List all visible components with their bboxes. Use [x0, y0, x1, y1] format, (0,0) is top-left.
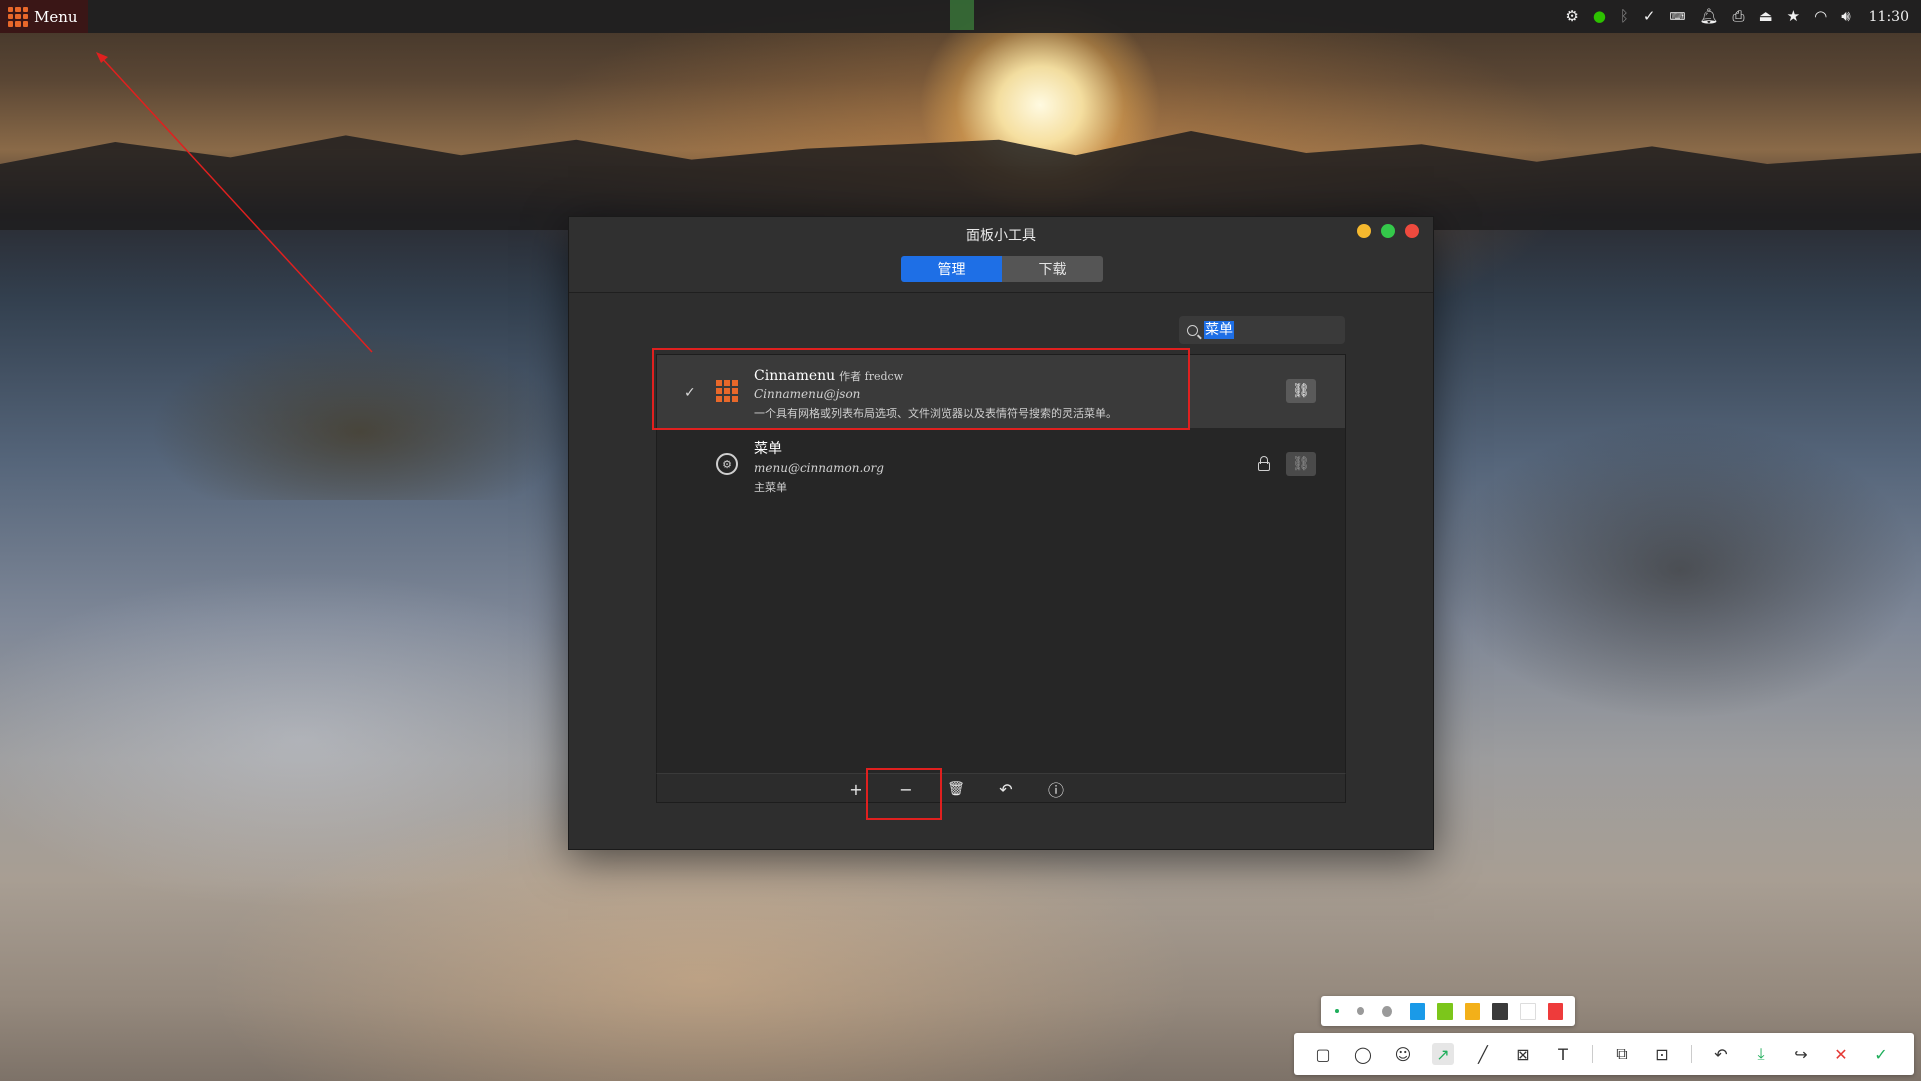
confirm-icon[interactable]: ✓	[1870, 1043, 1892, 1065]
add-button[interactable]: +	[845, 778, 867, 800]
window-controls	[1357, 224, 1419, 238]
enabled-check-icon: ✓	[684, 385, 696, 401]
applet-author: 作者 fredcw	[839, 370, 904, 383]
panel-green-marker	[950, 0, 974, 30]
search-input[interactable]: 菜单	[1179, 316, 1345, 344]
ocr-icon[interactable]: ⊡	[1651, 1043, 1673, 1065]
printer-icon[interactable]: ⎙	[1732, 9, 1744, 24]
check-circle-icon[interactable]: ✓	[1643, 9, 1656, 24]
applet-name: 菜单	[754, 441, 782, 457]
link-icon: ⛓	[1292, 383, 1310, 399]
drive-icon[interactable]: ⏏	[1758, 9, 1772, 24]
applet-row-menu[interactable]: ⚙ 菜单 menu@cinnamon.org 主菜单 ⛓	[657, 428, 1345, 501]
wechat-icon[interactable]: ●	[1593, 9, 1606, 24]
tab-download[interactable]: 下载	[1002, 256, 1103, 282]
applet-list: ✓ Cinnamenu 作者 fredcw Cinnamenu@json 一个具有…	[656, 354, 1346, 800]
color-swatch-red[interactable]	[1547, 1002, 1564, 1020]
screenshot-toolbar: ▢ ◯ ☺ ↗ ╱ ⊠ T ⧉ ⊡ ↶ ⤓ ↪ ✕ ✓	[1294, 1033, 1914, 1075]
menu-label: Menu	[34, 7, 78, 26]
favorites-star-icon[interactable]: ★	[1787, 9, 1800, 24]
maximize-button[interactable]	[1381, 224, 1395, 238]
top-panel: Menu ⚙ ● ᛒ ✓ ⌨ 🔔︎ ⎙ ⏏ ★ ◠ 🔊︎ 11:30	[0, 0, 1921, 33]
link-button[interactable]: ⛓	[1286, 379, 1316, 403]
window-title: 面板小工具	[966, 228, 1036, 244]
translate-icon[interactable]: ⧉	[1611, 1043, 1633, 1065]
info-button[interactable]: ⓘ	[1045, 778, 1067, 800]
link-button[interactable]: ⛓	[1286, 452, 1316, 476]
applet-name: Cinnamenu	[754, 368, 836, 384]
emoji-icon[interactable]: ☺	[1392, 1043, 1414, 1065]
undo-button[interactable]: ↶	[995, 778, 1017, 800]
delete-button[interactable]: 🗑	[945, 778, 967, 800]
rectangle-icon[interactable]: ▢	[1312, 1043, 1334, 1065]
keyboard-layout-icon[interactable]: ⌨	[1670, 11, 1686, 22]
close-button[interactable]	[1405, 224, 1419, 238]
color-swatch-green[interactable]	[1437, 1002, 1453, 1020]
color-swatch-white[interactable]	[1519, 1002, 1536, 1020]
color-swatch-blue[interactable]	[1409, 1002, 1426, 1020]
ellipse-icon[interactable]: ◯	[1352, 1043, 1374, 1065]
network-settings-icon[interactable]: ⚙	[1565, 9, 1578, 24]
tab-manage[interactable]: 管理	[901, 256, 1002, 282]
applets-window: 面板小工具 管理 下载 菜单 ✓ Cinnamenu 作者 fredcw Cinn…	[568, 216, 1434, 850]
remove-button[interactable]: −	[895, 778, 917, 800]
cancel-icon[interactable]: ✕	[1830, 1043, 1852, 1065]
toolbar-divider	[1691, 1045, 1692, 1063]
text-icon[interactable]: T	[1552, 1043, 1574, 1065]
share-icon[interactable]: ↪	[1790, 1043, 1812, 1065]
wifi-icon[interactable]: ◠	[1814, 9, 1827, 24]
color-palette	[1321, 996, 1575, 1026]
wallpaper-shrubs-right	[1440, 420, 1920, 720]
pen-size-medium[interactable]	[1356, 1007, 1364, 1015]
line-icon[interactable]: ╱	[1472, 1043, 1494, 1065]
mountain-silhouette	[0, 131, 1921, 230]
lock-icon	[1258, 456, 1270, 472]
applet-info: Cinnamenu 作者 fredcw Cinnamenu@json 一个具有网格…	[754, 365, 1117, 421]
pen-size-large[interactable]	[1381, 1005, 1392, 1017]
bluetooth-icon[interactable]: ᛒ	[1620, 9, 1629, 24]
save-icon[interactable]: ⤓	[1750, 1043, 1772, 1065]
link-icon: ⛓	[1292, 456, 1310, 472]
toolbar-divider	[1592, 1045, 1593, 1063]
mosaic-icon[interactable]: ⊠	[1512, 1043, 1534, 1065]
wallpaper-shrubs-left	[150, 330, 570, 500]
menu-applet-button[interactable]: Menu	[0, 0, 88, 33]
search-icon	[1187, 324, 1198, 336]
clock[interactable]: 11:30	[1869, 10, 1909, 24]
applet-row-cinnamenu[interactable]: ✓ Cinnamenu 作者 fredcw Cinnamenu@json 一个具有…	[657, 355, 1345, 428]
menu-grid-icon	[8, 6, 28, 27]
cinnamon-logo-icon: ⚙	[716, 453, 738, 475]
undo-icon[interactable]: ↶	[1710, 1043, 1732, 1065]
color-swatch-yellow[interactable]	[1464, 1002, 1481, 1020]
applet-uuid: menu@cinnamon.org	[754, 461, 884, 475]
pen-size-small[interactable]	[1335, 1009, 1339, 1013]
arrow-icon[interactable]: ↗	[1432, 1043, 1454, 1065]
applet-info: 菜单 menu@cinnamon.org 主菜单	[754, 438, 884, 495]
volume-icon[interactable]: 🔊︎	[1841, 9, 1850, 24]
applet-description: 主菜单	[754, 481, 787, 494]
window-titlebar[interactable]: 面板小工具 管理 下载	[569, 217, 1433, 293]
list-toolbar: + − 🗑 ↶ ⓘ	[656, 773, 1346, 803]
color-swatch-dark[interactable]	[1492, 1002, 1508, 1020]
tab-switcher: 管理 下载	[901, 256, 1103, 282]
system-tray: ⚙ ● ᛒ ✓ ⌨ 🔔︎ ⎙ ⏏ ★ ◠ 🔊︎ 11:30	[1565, 0, 1909, 33]
cinnamenu-grid-icon	[716, 380, 738, 402]
notifications-icon[interactable]: 🔔︎	[1699, 9, 1718, 24]
applet-description: 一个具有网格或列表布局选项、文件浏览器以及表情符号搜索的灵活菜单。	[754, 407, 1117, 420]
search-value: 菜单	[1204, 321, 1234, 339]
applet-uuid: Cinnamenu@json	[754, 387, 861, 401]
minimize-button[interactable]	[1357, 224, 1371, 238]
